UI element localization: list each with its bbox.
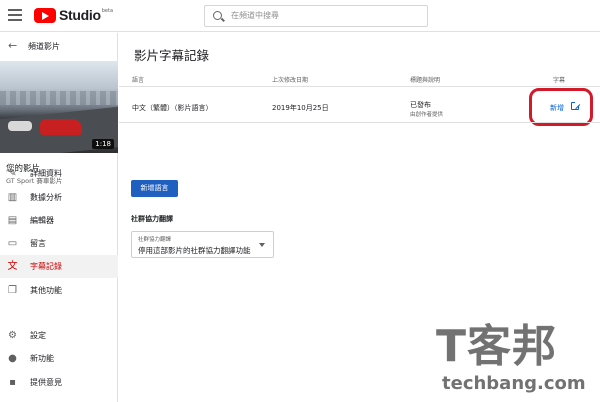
back-label: 頻道影片	[28, 42, 60, 51]
select-value: 停用這部影片的社群協力翻譯功能	[138, 246, 251, 255]
search-placeholder: 在頻道中搜尋	[231, 11, 279, 20]
chevron-down-icon	[259, 243, 265, 247]
gear-icon: ⚙	[8, 330, 17, 341]
sidebar: ← 頻道影片 1:18 您的影片 GT Sport 賽車影片 ✎ 詳細資料 ▥ …	[0, 33, 118, 402]
highlight-annotation	[529, 88, 593, 126]
status-cell: 已發布	[410, 101, 431, 109]
sidebar-item-label: 新功能	[30, 354, 54, 363]
video-thumbnail[interactable]: 1:18	[0, 61, 118, 153]
sidebar-item-editor[interactable]: ▤ 編輯器	[0, 209, 118, 232]
pencil-icon: ✎	[8, 168, 17, 179]
watermark-logo: T客邦	[436, 321, 558, 372]
video-duration: 1:18	[92, 139, 114, 149]
sidebar-item-label: 設定	[30, 331, 46, 340]
watermark: T客邦 techbang.com	[436, 310, 600, 402]
sidebar-item-label: 提供意見	[30, 378, 62, 387]
translate-icon: 文	[7, 261, 18, 272]
status-sub-cell: 由創作者提供	[410, 112, 444, 118]
youtube-play-icon	[34, 7, 56, 23]
sidebar-item-analytics[interactable]: ▥ 數據分析	[0, 186, 118, 209]
logo-badge: beta	[101, 8, 114, 14]
sidebar-item-details[interactable]: ✎ 詳細資料	[0, 162, 118, 185]
sidebar-item-whats-new[interactable]: ● 新功能	[0, 347, 118, 370]
sidebar-item-label: 詳細資料	[30, 169, 62, 178]
sidebar-item-label: 字幕記錄	[30, 262, 62, 271]
column-header-language: 語言	[132, 77, 145, 84]
sidebar-item-feedback[interactable]: ▪ 提供意見	[0, 371, 118, 394]
watermark-url: techbang.com	[442, 373, 586, 394]
divider	[119, 122, 600, 123]
page-title: 影片字幕記錄	[134, 48, 210, 63]
back-arrow-icon: ←	[8, 39, 18, 52]
column-header-modified: 上次修改日期	[272, 77, 309, 84]
alert-icon: ●	[8, 353, 17, 364]
sidebar-item-label: 數據分析	[30, 193, 62, 202]
modified-cell: 2019年10月25日	[272, 104, 329, 112]
sidebar-item-label: 留言	[30, 239, 46, 248]
back-to-channel-videos[interactable]: ← 頻道影片	[0, 33, 118, 59]
select-label: 社群協力翻譯	[138, 237, 172, 243]
column-header-title-description: 標題與說明	[410, 77, 441, 84]
sidebar-item-label: 編輯器	[30, 216, 54, 225]
comment-icon: ▭	[7, 238, 18, 249]
add-language-button[interactable]: 新增語言	[131, 180, 178, 197]
feedback-icon: ▪	[9, 377, 16, 388]
bar-chart-icon: ▥	[7, 192, 18, 203]
column-header-subtitles: 字幕	[553, 77, 566, 84]
sidebar-item-subtitles[interactable]: 文 字幕記錄	[0, 255, 118, 278]
sidebar-item-other-features[interactable]: ❐ 其他功能	[0, 279, 118, 302]
logo-text: Studio	[59, 7, 101, 23]
copy-icon: ❐	[8, 285, 17, 296]
studio-logo[interactable]: Studio beta	[34, 7, 113, 23]
community-contributions-select[interactable]: 社群協力翻譯 停用這部影片的社群協力翻譯功能	[131, 231, 274, 258]
top-bar: Studio beta 在頻道中搜尋	[0, 0, 600, 32]
community-contributions-title: 社群協力翻譯	[131, 215, 173, 223]
sidebar-item-comments[interactable]: ▭ 留言	[0, 232, 118, 255]
sidebar-item-label: 其他功能	[30, 286, 62, 295]
film-icon: ▤	[7, 215, 18, 226]
menu-icon[interactable]	[8, 9, 22, 21]
search-box[interactable]: 在頻道中搜尋	[204, 5, 428, 27]
language-cell: 中文（繁體）（影片語言）	[132, 104, 213, 112]
sidebar-item-settings[interactable]: ⚙ 設定	[0, 324, 118, 347]
search-icon	[213, 11, 222, 20]
divider	[119, 86, 600, 87]
